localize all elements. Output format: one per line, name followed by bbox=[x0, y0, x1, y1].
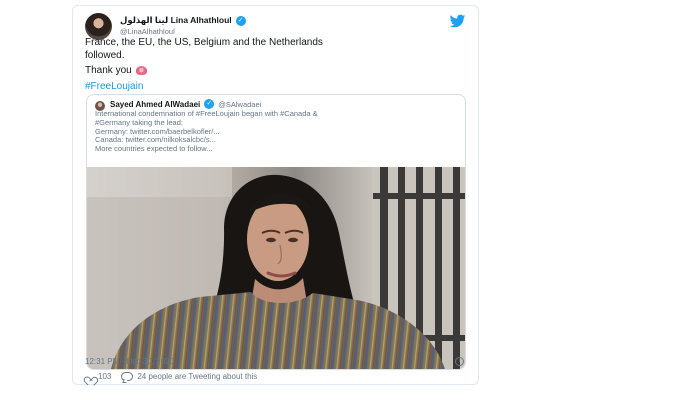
like-action[interactable]: 103 bbox=[85, 372, 111, 381]
quoted-tweet-text: International condemnation of #FreeLouja… bbox=[95, 109, 455, 154]
quoted-text-line: More countries expected to follow... bbox=[95, 144, 213, 154]
embedded-tweet-card: لينا الهذلول Lina Alhathloul ✓ @LinaAlha… bbox=[72, 5, 479, 385]
info-icon[interactable]: i bbox=[455, 357, 464, 366]
tweet-text-line: followed. bbox=[85, 49, 125, 61]
quoted-tweet-photo[interactable] bbox=[87, 167, 465, 369]
quoted-tweet[interactable]: Sayed Ahmed AlWadaei ✓ @SAlwadaei Intern… bbox=[86, 94, 466, 370]
tweeting-text: 24 people are Tweeting about this bbox=[137, 372, 258, 381]
twitter-logo-icon[interactable] bbox=[449, 14, 466, 29]
tweet-text: France, the EU, the US, Belgium and the … bbox=[85, 37, 415, 62]
portrait-photo bbox=[87, 167, 465, 369]
author-handle[interactable]: @LinaAlhathloul bbox=[120, 27, 175, 36]
thanks-text: Thank you bbox=[85, 65, 132, 76]
author-name-row: لينا الهذلول Lina Alhathloul ✓ bbox=[120, 15, 246, 26]
quoted-author-name[interactable]: Sayed Ahmed AlWadaei bbox=[110, 100, 200, 109]
quoted-author-handle[interactable]: @SAlwadaei bbox=[218, 100, 261, 109]
quoted-author-row: Sayed Ahmed AlWadaei ✓ @SAlwadaei bbox=[110, 99, 261, 109]
tweet-actions: 103 24 people are Tweeting about this bbox=[85, 372, 257, 381]
author-name[interactable]: لينا الهذلول Lina Alhathloul bbox=[120, 15, 232, 26]
verified-icon: ✓ bbox=[204, 99, 215, 109]
heart-icon[interactable] bbox=[85, 373, 94, 381]
likes-count: 103 bbox=[98, 372, 112, 381]
bubble-icon[interactable] bbox=[121, 372, 134, 381]
rose-icon bbox=[135, 66, 147, 75]
tweet-text-line: France, the EU, the US, Belgium and the … bbox=[85, 37, 323, 48]
tweet-timestamp[interactable]: 12:31 PM - Dec 30, 2020 bbox=[85, 357, 174, 366]
thanks-line: Thank you bbox=[85, 65, 147, 76]
author-avatar[interactable] bbox=[85, 13, 112, 40]
tweeting-action[interactable]: 24 people are Tweeting about this bbox=[121, 372, 257, 381]
verified-icon: ✓ bbox=[235, 15, 246, 26]
hashtag-link[interactable]: #FreeLoujain bbox=[85, 81, 143, 92]
